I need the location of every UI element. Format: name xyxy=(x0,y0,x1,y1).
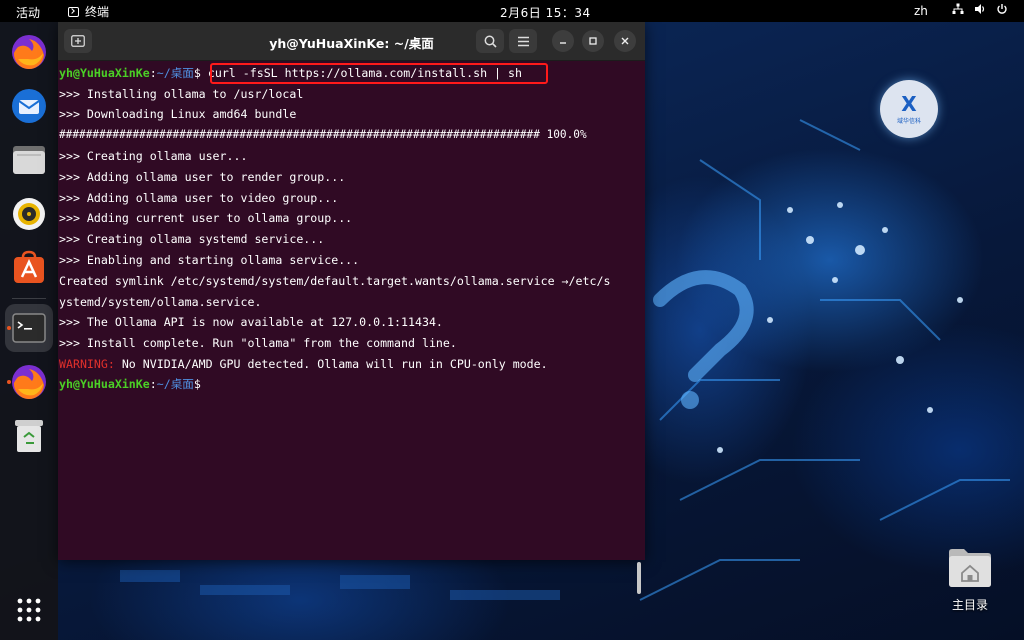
firefox-icon xyxy=(12,35,46,70)
output-line: Created symlink /etc/systemd/system/defa… xyxy=(59,274,611,288)
output-line: >>> Adding current user to ollama group.… xyxy=(59,211,353,225)
dock xyxy=(0,22,58,640)
app-grid-icon xyxy=(17,598,41,622)
app-center-icon xyxy=(14,250,44,283)
prompt-symbol: $ xyxy=(193,66,201,80)
dock-trash[interactable] xyxy=(5,412,53,460)
desktop-home-folder[interactable]: 主目录 xyxy=(945,546,995,616)
dock-thunderbird[interactable] xyxy=(5,82,53,130)
maximize-icon xyxy=(589,37,597,45)
terminal-header-bar[interactable]: yh@YuHuaXinKe: ~/桌面 xyxy=(58,22,645,61)
prompt-path: ~/桌面 xyxy=(156,66,194,80)
network-icon xyxy=(952,3,964,14)
hamburger-menu-icon xyxy=(517,36,529,46)
dock-rhythmbox[interactable] xyxy=(5,190,53,238)
output-line: >>> Installing ollama to /usr/local xyxy=(59,87,304,101)
terminal-window[interactable]: yh@YuHuaXinKe: ~/桌面 yh@YuHuaXinKe:~/桌面$ … xyxy=(58,22,645,594)
dock-files[interactable] xyxy=(5,136,53,184)
prompt-path: ~/桌面 xyxy=(156,377,194,391)
new-tab-button[interactable] xyxy=(64,29,92,53)
output-line: >>> Enabling and starting ollama service… xyxy=(59,253,360,267)
prompt-line: yh@YuHuaXinKe:~/桌面$ xyxy=(59,374,201,394)
volume-icon xyxy=(975,4,985,14)
home-folder-label: 主目录 xyxy=(951,598,988,612)
clock[interactable]: 2月6日 15：34 xyxy=(500,4,591,21)
dock-terminal[interactable] xyxy=(5,304,53,352)
terminal-output[interactable]: yh@YuHuaXinKe:~/桌面$ curl -fsSL https://o… xyxy=(58,60,645,594)
prompt-user: yh@YuHuaXinKe xyxy=(59,66,150,80)
running-indicator xyxy=(7,380,11,384)
output-line: ystemd/system/ollama.service. xyxy=(59,295,262,309)
files-icon xyxy=(13,146,45,174)
prompt-separator: : xyxy=(149,66,157,80)
dock-firefox-2[interactable] xyxy=(5,358,53,406)
terminal-app-icon xyxy=(12,313,46,343)
close-button[interactable] xyxy=(614,30,636,52)
minimize-icon xyxy=(560,42,566,44)
search-icon xyxy=(484,35,497,48)
prompt-user: yh@YuHuaXinKe xyxy=(59,377,150,391)
terminal-icon xyxy=(68,6,79,17)
firefox-icon xyxy=(12,365,46,400)
output-line: >>> Creating ollama systemd service... xyxy=(59,232,325,246)
thunderbird-icon xyxy=(12,89,46,123)
new-tab-icon xyxy=(71,35,85,47)
activities-button[interactable]: 活动 xyxy=(16,4,40,21)
dock-app-center[interactable] xyxy=(5,244,53,292)
warning-line: WARNING: No NVIDIA/AMD GPU detected. Oll… xyxy=(59,354,548,374)
warning-text: No NVIDIA/AMD GPU detected. Ollama will … xyxy=(114,357,548,371)
top-bar: 活动 终端 2月6日 15：34 zh xyxy=(0,0,1024,22)
running-indicator xyxy=(7,326,11,330)
show-apps-button[interactable] xyxy=(5,586,53,634)
trash-icon xyxy=(15,420,43,452)
logo-mark: X xyxy=(901,92,917,116)
system-tray[interactable] xyxy=(952,3,1008,15)
desktop-logo: X 域华信科 xyxy=(880,80,938,138)
progress-line: ########################################… xyxy=(59,128,587,141)
warning-label: WARNING: xyxy=(59,357,115,371)
power-icon xyxy=(997,4,1007,14)
output-line: >>> Adding ollama user to render group..… xyxy=(59,170,346,184)
output-line: >>> Downloading Linux amd64 bundle xyxy=(59,107,297,121)
output-line: >>> Adding ollama user to video group... xyxy=(59,191,339,205)
logo-text: 域华信科 xyxy=(896,118,921,125)
output-line: >>> Install complete. Run "ollama" from … xyxy=(59,336,457,350)
dock-firefox[interactable] xyxy=(5,28,53,76)
output-line: >>> Creating ollama user... xyxy=(59,149,248,163)
close-icon xyxy=(621,37,629,45)
app-menu[interactable]: 终端 xyxy=(68,3,109,20)
app-menu-label: 终端 xyxy=(85,5,110,19)
search-button[interactable] xyxy=(476,29,504,53)
home-folder-icon xyxy=(949,549,991,587)
music-speaker-icon xyxy=(13,198,45,230)
dock-separator xyxy=(12,298,46,299)
command-highlight-box xyxy=(210,63,548,84)
input-method-indicator[interactable]: zh xyxy=(914,4,928,18)
prompt-symbol: $ xyxy=(193,377,201,391)
menu-button[interactable] xyxy=(509,29,537,53)
maximize-button[interactable] xyxy=(582,30,604,52)
output-line: >>> The Ollama API is now available at 1… xyxy=(59,315,443,329)
minimize-button[interactable] xyxy=(552,30,574,52)
terminal-scrollbar[interactable] xyxy=(637,562,641,594)
prompt-separator: : xyxy=(149,377,157,391)
